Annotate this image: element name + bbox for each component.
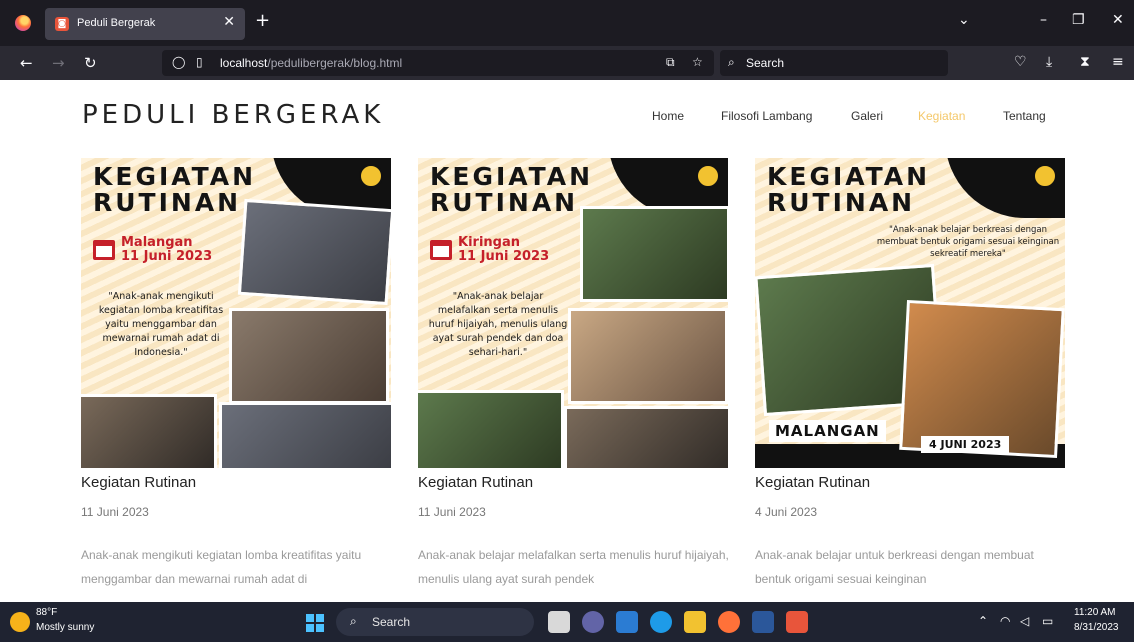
wifi-icon[interactable]: ◠ [1000, 614, 1010, 628]
post-excerpt: Anak-anak mengikuti kegiatan lomba kreat… [81, 548, 362, 586]
poster-title: KEGIATAN RUTINAN [93, 162, 257, 217]
calendar-icon [430, 240, 452, 260]
firefox-taskbar-icon[interactable] [718, 611, 740, 633]
file-explorer-icon[interactable] [684, 611, 706, 633]
poster-title: KEGIATAN RUTINAN [430, 162, 594, 217]
post-poster-image[interactable]: KEGIATAN RUTINAN "Anak-anak belajar berk… [755, 158, 1065, 468]
start-icon[interactable] [306, 614, 324, 632]
poster-place-label: MALANGAN [769, 420, 886, 442]
blog-list: KEGIATAN RUTINAN Malangan 11 Juni 2023 "A… [0, 152, 1134, 602]
extensions-icon[interactable]: ⧗ [1080, 54, 1090, 70]
mail-icon[interactable] [616, 611, 638, 633]
nav-galeri[interactable]: Galeri [851, 109, 883, 123]
reload-icon[interactable]: ↻ [84, 54, 97, 72]
post-title[interactable]: Kegiatan Rutinan [81, 474, 393, 491]
list-tabs-chevron-icon[interactable]: ⌄ [958, 12, 970, 28]
new-tab-icon[interactable]: + [255, 10, 270, 31]
poster-date-label: 4 JUNI 2023 [921, 436, 1010, 453]
search-icon: ⌕ [728, 55, 735, 69]
post-title[interactable]: Kegiatan Rutinan [755, 474, 1067, 491]
photo [899, 299, 1065, 459]
search-placeholder: Search [746, 56, 785, 70]
taskbar-search-label: Search [372, 615, 411, 629]
post-date: 11 Juni 2023 [81, 505, 149, 519]
nav-filosofi-lambang[interactable]: Filosofi Lambang [721, 109, 812, 123]
menu-icon[interactable]: ≡ [1112, 54, 1124, 70]
windows-taskbar: 88°F Mostly sunny ⌕ Search ⌃ ◠ ◁ ▭ 11:20… [0, 602, 1134, 642]
tab-title: Peduli Bergerak [77, 17, 156, 29]
nav-home[interactable]: Home [652, 109, 684, 123]
poster-quote: "Anak-anak belajar melafalkan serta menu… [428, 291, 568, 358]
poster-place: Malangan 11 Juni 2023 [121, 235, 213, 264]
restore-icon[interactable]: ❐ [1072, 12, 1085, 28]
browser-tabbar: ◙ Peduli Bergerak ✕ + ⌄ – ❐ ✕ [0, 0, 1134, 46]
pocket-icon[interactable]: ♡ [1014, 54, 1027, 70]
poster-quote: "Anak-anak belajar berkreasi dengan memb… [876, 225, 1060, 259]
logo-badge-icon [359, 164, 383, 188]
poster-place: Kiringan 11 Juni 2023 [458, 235, 550, 264]
peduli-app-icon[interactable] [786, 611, 808, 633]
back-icon[interactable]: ← [20, 54, 33, 72]
taskbar-search[interactable]: ⌕ Search [336, 608, 534, 636]
clock-time[interactable]: 11:20 AM [1074, 607, 1116, 618]
word-icon[interactable] [752, 611, 774, 633]
calendar-icon [93, 240, 115, 260]
page-icon[interactable]: ▯ [196, 55, 203, 69]
weather-temperature[interactable]: 88°F [36, 607, 57, 618]
browser-navbar: ← → ↻ ◯ ▯ localhost/pedulibergerak/blog.… [0, 46, 1134, 80]
forward-icon[interactable]: → [52, 54, 65, 72]
photo [568, 308, 728, 404]
poster-title: KEGIATAN RUTINAN [767, 162, 931, 217]
battery-icon[interactable]: ▭ [1042, 614, 1053, 628]
url-text[interactable]: localhost/pedulibergerak/blog.html [220, 56, 402, 70]
photo [580, 206, 728, 302]
site-brand[interactable]: PEDULI BERGERAK [82, 100, 384, 130]
site-header: PEDULI BERGERAK Home Filosofi Lambang Ga… [0, 80, 1134, 152]
weather-description[interactable]: Mostly sunny [36, 622, 94, 633]
blog-card[interactable]: KEGIATAN RUTINAN Kiringan 11 Juni 2023 "A… [418, 158, 730, 591]
logo-badge-icon [696, 164, 720, 188]
poster-quote: "Anak-anak mengikuti kegiatan lomba krea… [98, 291, 224, 358]
post-date: 4 Juni 2023 [755, 505, 818, 519]
photo [418, 390, 564, 468]
weather-sun-icon[interactable] [10, 612, 30, 632]
blog-card[interactable]: KEGIATAN RUTINAN Malangan 11 Juni 2023 "A… [81, 158, 393, 591]
browser-tab[interactable]: ◙ Peduli Bergerak ✕ [45, 8, 245, 40]
shield-icon[interactable]: ◯ [172, 55, 185, 69]
nav-tentang[interactable]: Tentang [1003, 109, 1046, 123]
address-bar[interactable]: ◯ ▯ localhost/pedulibergerak/blog.html ⧉… [162, 50, 714, 76]
photo [219, 402, 391, 468]
edge-icon[interactable] [650, 611, 672, 633]
post-excerpt: Anak-anak belajar melafalkan serta menul… [418, 548, 729, 586]
post-poster-image[interactable]: KEGIATAN RUTINAN Malangan 11 Juni 2023 "A… [81, 158, 391, 468]
translate-icon[interactable]: ⧉ [666, 55, 675, 70]
logo-badge-icon [1033, 164, 1057, 188]
post-date: 11 Juni 2023 [418, 505, 486, 519]
search-icon: ⌕ [350, 614, 357, 628]
photo [81, 394, 217, 468]
photo [237, 198, 391, 306]
close-window-icon[interactable]: ✕ [1112, 12, 1124, 28]
close-tab-icon[interactable]: ✕ [223, 14, 235, 30]
post-title[interactable]: Kegiatan Rutinan [418, 474, 730, 491]
tray-chevron-icon[interactable]: ⌃ [978, 614, 988, 628]
nav-kegiatan[interactable]: Kegiatan [918, 109, 965, 123]
task-view-icon[interactable] [548, 611, 570, 633]
firefox-logo-icon[interactable] [15, 15, 31, 31]
photo [229, 308, 389, 404]
downloads-icon[interactable]: ⤓ [1046, 54, 1052, 70]
blog-card[interactable]: KEGIATAN RUTINAN "Anak-anak belajar berk… [755, 158, 1067, 591]
photo [564, 406, 728, 468]
volume-icon[interactable]: ◁ [1020, 614, 1029, 628]
minimize-icon[interactable]: – [1040, 12, 1047, 28]
post-excerpt: Anak-anak belajar untuk berkreasi dengan… [755, 548, 1034, 586]
clock-date[interactable]: 8/31/2023 [1074, 622, 1119, 633]
post-poster-image[interactable]: KEGIATAN RUTINAN Kiringan 11 Juni 2023 "A… [418, 158, 728, 468]
chat-icon[interactable] [582, 611, 604, 633]
bookmark-star-icon[interactable]: ☆ [692, 55, 703, 69]
search-bar[interactable]: ⌕ Search [720, 50, 948, 76]
tab-favicon-icon: ◙ [55, 17, 69, 31]
